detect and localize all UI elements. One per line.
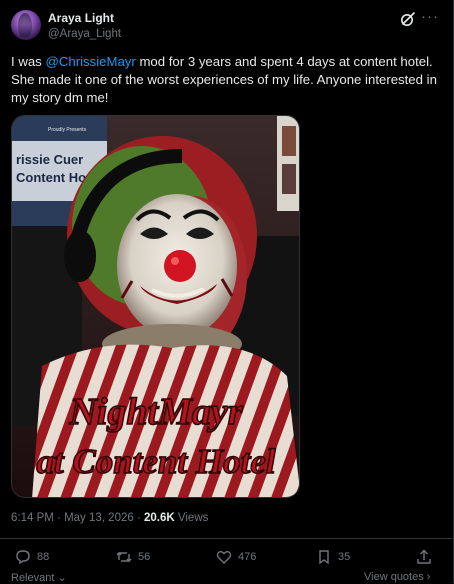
poster-banner: Proudly Presents	[48, 127, 87, 133]
views-count: 20.6K	[144, 512, 175, 524]
share-icon	[417, 549, 431, 564]
view-quotes-label: View quotes	[364, 571, 424, 583]
grok-icon[interactable]	[399, 10, 417, 28]
reply-icon	[16, 550, 30, 565]
repost-icon	[116, 552, 132, 562]
repost-button[interactable]: 56	[116, 549, 150, 565]
clown-artwork: rissie Cuer Content Ho Proudly Presents	[12, 116, 299, 497]
bookmark-button[interactable]: 35	[316, 549, 350, 565]
post-text: I was @ChrissieMayr mod for 3 years and …	[11, 53, 441, 107]
post-meta: 6:14 PM · May 13, 2026 · 20.6K Views	[11, 512, 208, 524]
meta-dot-2: ·	[136, 512, 141, 524]
post-container: Araya Light @Araya_Light ··· I was @Chri…	[0, 0, 454, 584]
share-button[interactable]	[416, 549, 432, 565]
caption-line-1: NightMayr	[68, 391, 243, 433]
more-options-icon[interactable]: ···	[421, 9, 439, 28]
reply-count: 88	[37, 551, 50, 563]
post-time[interactable]: 6:14 PM	[11, 512, 54, 524]
divider	[0, 538, 452, 539]
chevron-right-icon: ›	[426, 571, 431, 583]
like-count: 476	[238, 551, 257, 563]
heart-icon	[216, 551, 232, 564]
chevron-down-icon: ⌄	[57, 572, 67, 584]
like-button[interactable]: 476	[216, 549, 256, 565]
repost-count: 56	[138, 551, 151, 563]
relevant-dropdown[interactable]: Relevant ⌄	[11, 571, 67, 584]
view-quotes-link[interactable]: View quotes ›	[364, 571, 430, 583]
caption-line-2: at Content Hotel	[36, 442, 275, 481]
meta-dot: ·	[57, 512, 61, 524]
post-date[interactable]: May 13, 2026	[64, 512, 134, 524]
post-image[interactable]: rissie Cuer Content Ho Proudly Presents	[11, 115, 300, 498]
bookmark-count: 35	[338, 551, 351, 563]
poster-subtitle: Content Ho	[16, 170, 86, 185]
views-label: Views	[177, 512, 209, 524]
bookmark-icon	[319, 550, 329, 565]
author-handle[interactable]: @Araya_Light	[48, 28, 121, 40]
relevant-label: Relevant	[11, 572, 55, 584]
poster-title: rissie Cuer	[16, 152, 83, 167]
reply-button[interactable]: 88	[15, 549, 49, 565]
mention-link[interactable]: @ChrissieMayr	[45, 54, 135, 69]
author-avatar[interactable]	[11, 10, 41, 40]
author-name[interactable]: Araya Light	[48, 11, 114, 25]
post-text-prefix: I was	[11, 54, 46, 69]
